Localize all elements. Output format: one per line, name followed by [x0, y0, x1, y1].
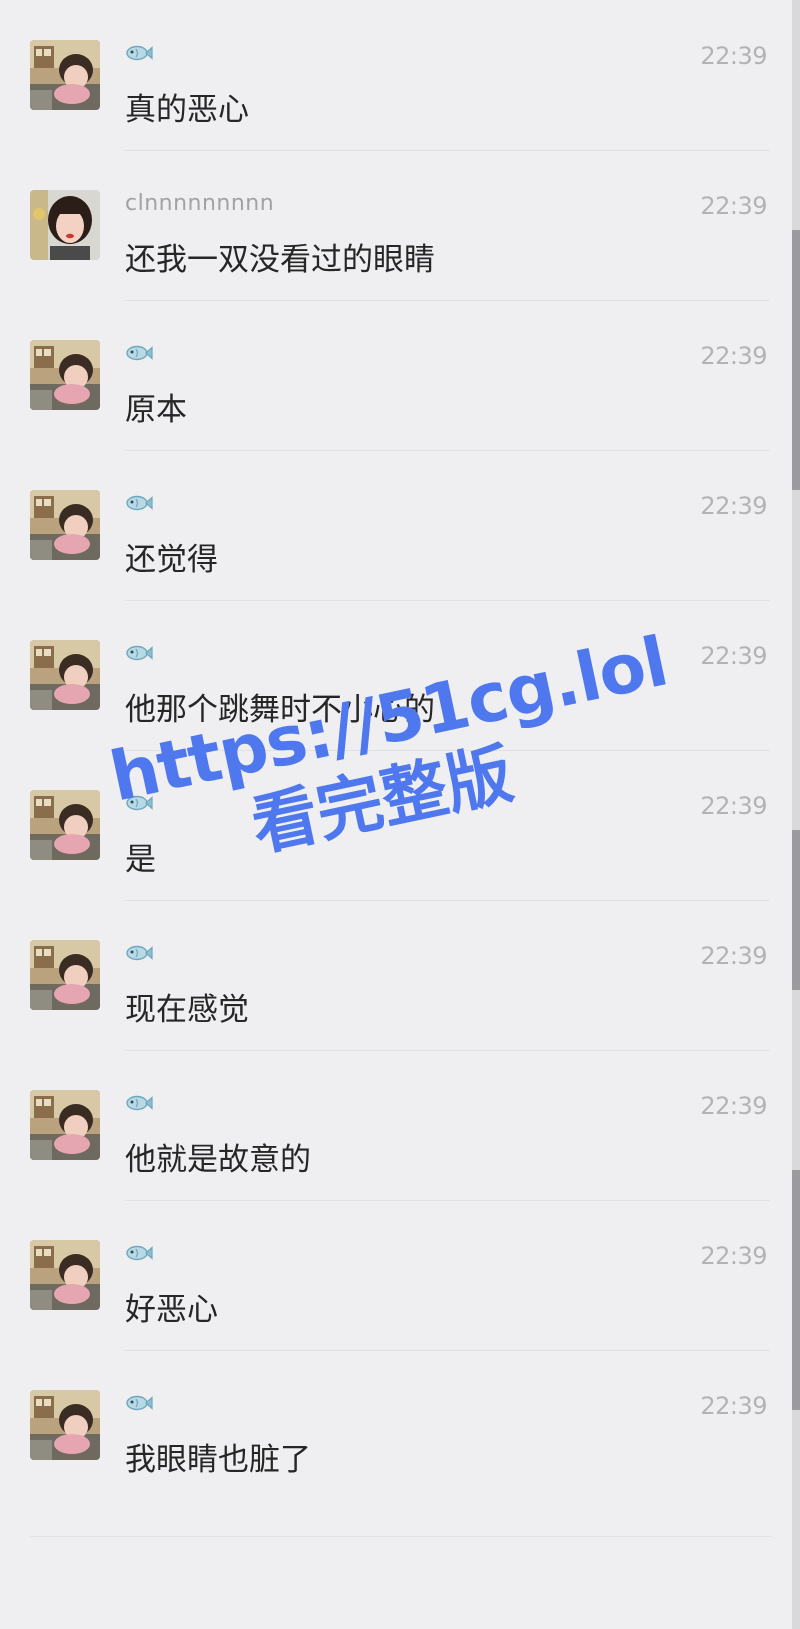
- child-avatar-image: [30, 40, 100, 110]
- scrollbar-thumb-segment: [792, 1170, 800, 1410]
- fish-icon-image: [126, 1395, 153, 1411]
- scrollbar-thumb[interactable]: [792, 230, 800, 490]
- fish-icon: [125, 940, 153, 966]
- message-time: 22:39: [700, 192, 767, 220]
- chat-screen: 22:39 真的恶心 clnnnnnnnnn 22:39 还我一双没看过的眼睛 22:39…: [0, 0, 800, 1629]
- child-avatar[interactable]: [30, 1090, 100, 1160]
- message-row[interactable]: 22:39 是: [0, 750, 790, 901]
- message-text: 我眼睛也脏了: [125, 1442, 311, 1478]
- fish-icon-image: [126, 1095, 153, 1111]
- list-end-divider: [30, 1536, 772, 1537]
- fish-icon: [125, 640, 153, 666]
- message-row[interactable]: 22:39 他就是故意的: [0, 1050, 790, 1201]
- message-text: 现在感觉: [125, 992, 249, 1028]
- fish-icon: [125, 340, 153, 366]
- fish-icon-image: [126, 795, 153, 811]
- message-row[interactable]: 22:39 原本: [0, 300, 790, 451]
- message-list[interactable]: 22:39 真的恶心 clnnnnnnnnn 22:39 还我一双没看过的眼睛 22:39…: [0, 0, 790, 1500]
- message-time: 22:39: [700, 342, 767, 370]
- fish-icon: [125, 490, 153, 516]
- message-time: 22:39: [700, 42, 767, 70]
- message-time: 22:39: [700, 1092, 767, 1120]
- fish-icon-image: [126, 645, 153, 661]
- message-row[interactable]: 22:39 好恶心: [0, 1200, 790, 1351]
- message-text: 是: [125, 842, 156, 878]
- fish-icon-image: [126, 945, 153, 961]
- child-avatar-image: [30, 340, 100, 410]
- message-time: 22:39: [700, 642, 767, 670]
- child-avatar[interactable]: [30, 640, 100, 710]
- scrollbar-thumb-segment: [792, 830, 800, 990]
- message-row[interactable]: 22:39 我眼睛也脏了: [0, 1350, 790, 1500]
- fish-icon-image: [126, 345, 153, 361]
- fish-icon: [125, 1240, 153, 1266]
- message-text: 还我一双没看过的眼睛: [125, 242, 435, 278]
- message-text: 他那个跳舞时不小心的: [125, 692, 435, 728]
- girl-avatar-image: [30, 190, 100, 260]
- child-avatar[interactable]: [30, 490, 100, 560]
- message-text: 还觉得: [125, 542, 218, 578]
- fish-icon: [125, 40, 153, 66]
- child-avatar-image: [30, 790, 100, 860]
- fish-icon: [125, 1090, 153, 1116]
- child-avatar-image: [30, 490, 100, 560]
- child-avatar[interactable]: [30, 1390, 100, 1460]
- child-avatar-image: [30, 1240, 100, 1310]
- message-row[interactable]: 22:39 还觉得: [0, 450, 790, 601]
- message-time: 22:39: [700, 942, 767, 970]
- message-text: 好恶心: [125, 1292, 218, 1328]
- sender-name: clnnnnnnnnn: [125, 190, 275, 216]
- child-avatar[interactable]: [30, 1240, 100, 1310]
- child-avatar[interactable]: [30, 340, 100, 410]
- message-text: 真的恶心: [125, 92, 249, 128]
- fish-icon-image: [126, 1245, 153, 1261]
- message-time: 22:39: [700, 1242, 767, 1270]
- scrollbar[interactable]: [792, 0, 800, 1629]
- child-avatar-image: [30, 640, 100, 710]
- child-avatar-image: [30, 1390, 100, 1460]
- fish-icon: [125, 790, 153, 816]
- child-avatar[interactable]: [30, 40, 100, 110]
- fish-icon-image: [126, 495, 153, 511]
- message-time: 22:39: [700, 492, 767, 520]
- child-avatar-image: [30, 940, 100, 1010]
- child-avatar[interactable]: [30, 790, 100, 860]
- message-row[interactable]: 22:39 真的恶心: [0, 0, 790, 151]
- message-row[interactable]: clnnnnnnnnn 22:39 还我一双没看过的眼睛: [0, 150, 790, 301]
- fish-icon: [125, 1390, 153, 1416]
- fish-icon-image: [126, 45, 153, 61]
- message-text: 他就是故意的: [125, 1142, 311, 1178]
- message-text: 原本: [125, 392, 187, 428]
- message-row[interactable]: 22:39 现在感觉: [0, 900, 790, 1051]
- child-avatar-image: [30, 1090, 100, 1160]
- girl-avatar[interactable]: [30, 190, 100, 260]
- message-time: 22:39: [700, 1392, 767, 1420]
- child-avatar[interactable]: [30, 940, 100, 1010]
- message-row[interactable]: 22:39 他那个跳舞时不小心的: [0, 600, 790, 751]
- message-time: 22:39: [700, 792, 767, 820]
